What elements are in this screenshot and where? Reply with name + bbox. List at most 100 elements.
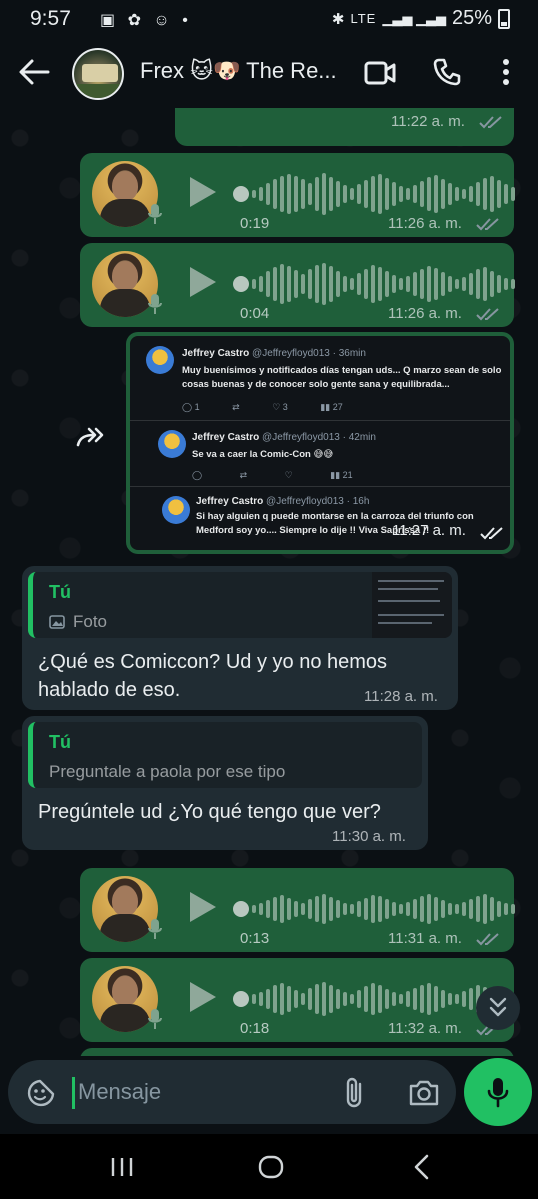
recent-apps-icon[interactable]: [110, 1156, 134, 1178]
text-caret: [72, 1077, 75, 1109]
waveform-bar: [385, 271, 389, 297]
waveform-bar: [434, 175, 438, 213]
chat-area[interactable]: 11:22 a. m. 0:19 11:26 a. m. 0:04 11:26 …: [0, 108, 538, 1056]
waveform-bar: [378, 896, 382, 922]
waveform-bar: [490, 176, 494, 212]
back-arrow-icon[interactable]: [18, 58, 50, 86]
waveform-bar: [406, 991, 410, 1007]
playback-position[interactable]: [233, 901, 249, 917]
waveform-bar: [434, 897, 438, 921]
message-time: 11:32 a. m.: [388, 1020, 462, 1037]
waveform-bar: [413, 899, 417, 919]
waveform-bar: [273, 897, 277, 921]
waveform-bar: [364, 180, 368, 208]
quoted-message[interactable]: Tú Preguntale a paola por ese tipo: [28, 722, 422, 788]
play-icon[interactable]: [190, 267, 216, 297]
waveform-bar: [434, 986, 438, 1012]
waveform-bar: [469, 186, 473, 202]
views-icon: ▮▮: [320, 402, 331, 412]
status-right: ✱ LTE ▁▃▅ ▁▃▅ 25%: [332, 7, 510, 30]
waveform-bar: [399, 994, 403, 1004]
voice-waveform[interactable]: [252, 887, 515, 931]
voice-message[interactable]: 0:04 11:26 a. m.: [80, 243, 515, 327]
playback-position[interactable]: [233, 276, 249, 292]
play-icon[interactable]: [190, 892, 216, 922]
waveform-bar: [371, 895, 375, 923]
waveform-bar: [315, 984, 319, 1014]
forward-icon[interactable]: [76, 425, 108, 449]
more-options-icon[interactable]: [500, 58, 512, 86]
waveform-bar: [427, 894, 431, 924]
reply-icon: ◯: [182, 402, 193, 412]
waveform-bar: [315, 265, 319, 303]
waveform-bar: [280, 983, 284, 1015]
waveform-bar: [392, 902, 396, 916]
voice-message[interactable]: 0:13 11:31 a. m.: [80, 868, 515, 952]
mic-icon: [148, 294, 162, 314]
message-input[interactable]: [78, 1075, 318, 1109]
waveform-bar: [441, 990, 445, 1008]
waveform-bar: [476, 896, 480, 922]
voice-waveform[interactable]: [252, 172, 515, 216]
incoming-reply-message[interactable]: Tú Preguntale a paola por ese tipo Pregú…: [22, 716, 428, 850]
quoted-message[interactable]: Tú Foto: [28, 572, 452, 638]
phone-call-icon[interactable]: [433, 58, 461, 86]
waveform-bar: [266, 271, 270, 297]
incoming-reply-message[interactable]: Tú Foto ¿Qué es Comiccon? Ud y yo no hem…: [22, 566, 458, 710]
voice-record-button[interactable]: [464, 1058, 532, 1126]
battery-percent: 25%: [451, 7, 492, 29]
status-time: 9:57: [30, 7, 71, 30]
voice-message[interactable]: 0:18 11:32 a. m.: [80, 958, 514, 1042]
waveform-bar: [259, 276, 263, 292]
tweet-screenshot[interactable]: Jeffrey Castro @Jeffreyfloyd013 · 36min …: [130, 336, 510, 550]
attach-icon[interactable]: [344, 1076, 368, 1110]
voice-waveform[interactable]: [252, 977, 501, 1021]
camera-icon[interactable]: [408, 1078, 440, 1108]
message-bubble-partial[interactable]: [80, 1048, 514, 1056]
voice-waveform[interactable]: [252, 262, 515, 306]
video-call-icon[interactable]: [364, 60, 396, 86]
waveform-bar: [266, 900, 270, 918]
tweet-divider: [130, 420, 510, 421]
waveform-bar: [420, 896, 424, 922]
chat-title[interactable]: Frex 🐱🐶 The Re...: [140, 58, 350, 84]
battery-icon: [498, 8, 510, 29]
tweet-name: Jeffrey Castro: [182, 348, 250, 359]
waveform-bar: [434, 268, 438, 300]
waveform-bar: [287, 174, 291, 214]
waveform-bar: [476, 182, 480, 206]
emoji-sticker-icon[interactable]: [26, 1078, 56, 1108]
tweet: Jeffrey Castro @Jeffreyfloyd013 · 42min …: [130, 422, 510, 488]
waveform-bar: [280, 895, 284, 923]
message-text: Pregúntele ud ¿Yo qué tengo que ver?: [38, 801, 381, 823]
voice-message[interactable]: 0:19 11:26 a. m.: [80, 153, 515, 237]
waveform-bar: [329, 266, 333, 302]
quoted-text: Foto: [73, 612, 108, 631]
waveform-bar: [371, 176, 375, 212]
waveform-bar: [273, 985, 277, 1013]
waveform-bar: [287, 986, 291, 1012]
waveform-bar: [420, 269, 424, 299]
waveform-bar: [483, 178, 487, 210]
waveform-bar: [329, 897, 333, 921]
waveform-bar: [294, 901, 298, 917]
waveform-bar: [357, 901, 361, 917]
back-nav-icon[interactable]: [412, 1154, 430, 1180]
waveform-bar: [378, 174, 382, 214]
tweet-text: Se va a caer la Comic-Con 😅😅: [192, 449, 334, 460]
bluetooth-icon: ✱: [331, 10, 345, 28]
group-avatar[interactable]: [72, 48, 124, 100]
quoted-author: Tú: [49, 582, 71, 602]
waveform-bar: [294, 990, 298, 1008]
playback-position[interactable]: [233, 186, 249, 202]
play-icon[interactable]: [190, 177, 216, 207]
playback-position[interactable]: [233, 991, 249, 1007]
scroll-down-button[interactable]: [476, 986, 520, 1030]
waveform-bar: [322, 173, 326, 215]
message-time: 11:30 a. m.: [332, 828, 406, 845]
image-message[interactable]: Jeffrey Castro @Jeffreyfloyd013 · 36min …: [126, 332, 514, 554]
waveform-bar: [504, 903, 508, 915]
message-bubble-partial[interactable]: 11:22 a. m.: [175, 108, 514, 146]
play-icon[interactable]: [190, 982, 216, 1012]
home-icon[interactable]: [258, 1154, 284, 1180]
